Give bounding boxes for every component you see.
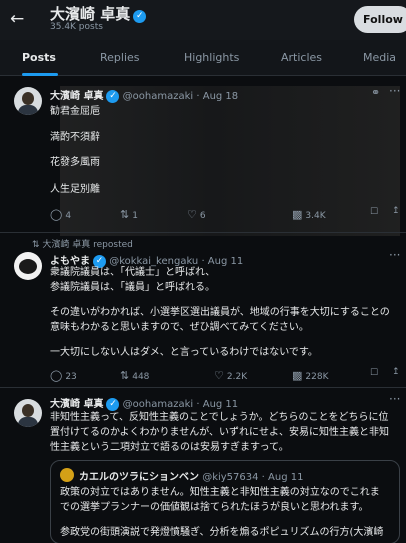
bookmark-icon[interactable]: ☐ — [370, 368, 378, 378]
tab-articles[interactable]: Articles — [281, 51, 322, 64]
tab-replies[interactable]: Replies — [100, 51, 140, 64]
repost-icon: ⇅ — [120, 208, 130, 221]
tweet[interactable]: 大濱崎 卓真 ✓ @oohamazaki · Aug 11 ··· 非知性主義って… — [0, 389, 406, 543]
chart-icon: ▩ — [292, 369, 303, 382]
quote-text-line: 参政党の街頭演説で発燈憤騒ぎ、分析を煽るポピュリズムの行方(大濱崎 — [60, 527, 384, 538]
grok-icon[interactable]: ⚭ — [371, 86, 380, 99]
repost-button[interactable]: ⇅ 1 — [120, 208, 138, 221]
avatar[interactable] — [14, 252, 42, 280]
heart-icon: ♡ — [214, 369, 224, 382]
tweet-text-line: 勧君金屈巵 — [50, 106, 100, 117]
tweet-text-line: 性主義という二項対立で語るのは安易すぎますって。 — [50, 442, 289, 453]
quote-text-line: での選挙プランナーの価値観は捨てられたほうが良いと思われます。 — [60, 502, 369, 513]
tweet-meta: 大濱崎 卓真 ✓ @oohamazaki · Aug 11 — [50, 398, 239, 411]
tweet-text-line: その違いがわかれば、小選挙区選出議員が、地域の行事を大切にすることの — [50, 307, 390, 318]
bookmark-icon[interactable]: ☐ — [370, 207, 378, 217]
tweet[interactable]: ⇅ 大濱崎 卓真 reposted よもやま ✓ @kokkai_kengaku … — [0, 234, 406, 388]
arrow-left-icon[interactable]: ← — [10, 9, 24, 29]
repost-button[interactable]: ⇅ 448 — [120, 369, 149, 382]
profile-header: ← 大濱崎 卓真 ✓ 35.4K posts Follow — [0, 0, 406, 40]
verified-badge-icon: ✓ — [133, 10, 147, 23]
avatar[interactable] — [14, 87, 42, 115]
tab-highlights[interactable]: Highlights — [184, 51, 239, 64]
tweet-text-line: 花發多風雨 — [50, 157, 100, 168]
profile-name: 大濱崎 卓真 ✓ — [50, 3, 147, 24]
share-icon[interactable]: ↥ — [392, 367, 400, 377]
tweet-text-line: 置付けてるのかよくわかりませんが、いずれにせよ、安易に知性主義と非知 — [50, 427, 389, 438]
tab-media[interactable]: Media — [363, 51, 396, 64]
more-options-icon[interactable]: ··· — [389, 248, 400, 262]
tweet-text-line: 人生足別離 — [50, 184, 100, 195]
avatar[interactable] — [14, 399, 42, 427]
profile-tabs: Posts Replies Highlights Articles Media — [0, 40, 406, 76]
follow-button[interactable]: Follow — [354, 6, 406, 33]
quoted-tweet[interactable]: カエルのツラにションベン @kiy57634 · Aug 11 政策の対立ではあ… — [50, 460, 400, 543]
more-options-icon[interactable]: ··· — [389, 392, 400, 406]
tab-posts[interactable]: Posts — [22, 51, 56, 64]
like-button[interactable]: ♡ 6 — [187, 208, 206, 221]
verified-badge-icon: ✓ — [106, 90, 120, 103]
tweet-text-line: 衆議院議員は、「代議士」と呼ばれ、 — [50, 267, 216, 278]
quote-avatar — [60, 468, 74, 482]
like-button[interactable]: ♡ 2.2K — [214, 369, 247, 382]
tweet-text-line: 参議院議員は、「議員」と呼ばれる。 — [50, 282, 215, 293]
more-options-icon[interactable]: ··· — [389, 84, 400, 98]
active-tab-indicator — [22, 73, 58, 76]
tweet-text-line: 一大切にしない人はダメ、と言っているわけではないです。 — [50, 347, 318, 358]
tweet-text-line: 意味もわかると思いますので、ぜひ調べてみてください。 — [50, 322, 309, 333]
reply-button[interactable]: ◯ 4 — [50, 208, 71, 221]
repost-icon: ⇅ — [120, 369, 130, 382]
tweet-text-line: 満酌不須辭 — [50, 132, 100, 143]
repost-label: ⇅ 大濱崎 卓真 reposted — [32, 240, 133, 250]
views-count[interactable]: ▩ 228K — [292, 369, 329, 382]
quote-text-line: 政策の対立ではありません。知性主義と非知性主義の対立なのでこれま — [60, 487, 380, 498]
repost-icon: ⇅ — [32, 240, 40, 250]
quote-meta: カエルのツラにションベン @kiy57634 · Aug 11 — [79, 472, 304, 483]
tweet[interactable]: 大濱崎 卓真 ✓ @oohamazaki · Aug 18 ⚭ ··· 勧君金屈巵… — [0, 77, 406, 233]
heart-icon: ♡ — [187, 208, 197, 221]
reply-icon: ◯ — [50, 369, 63, 382]
chart-icon: ▩ — [292, 208, 303, 221]
reply-icon: ◯ — [50, 208, 63, 221]
tweet-text-line: 非知性主義って、反知性主義のことでしょうか。どちらのことをどちらに位 — [50, 412, 389, 423]
share-icon[interactable]: ↥ — [392, 206, 400, 216]
post-count: 35.4K posts — [50, 22, 103, 32]
tweet-meta: 大濱崎 卓真 ✓ @oohamazaki · Aug 18 — [50, 90, 239, 103]
views-count[interactable]: ▩ 3.4K — [292, 208, 326, 221]
reply-button[interactable]: ◯ 23 — [50, 369, 77, 382]
